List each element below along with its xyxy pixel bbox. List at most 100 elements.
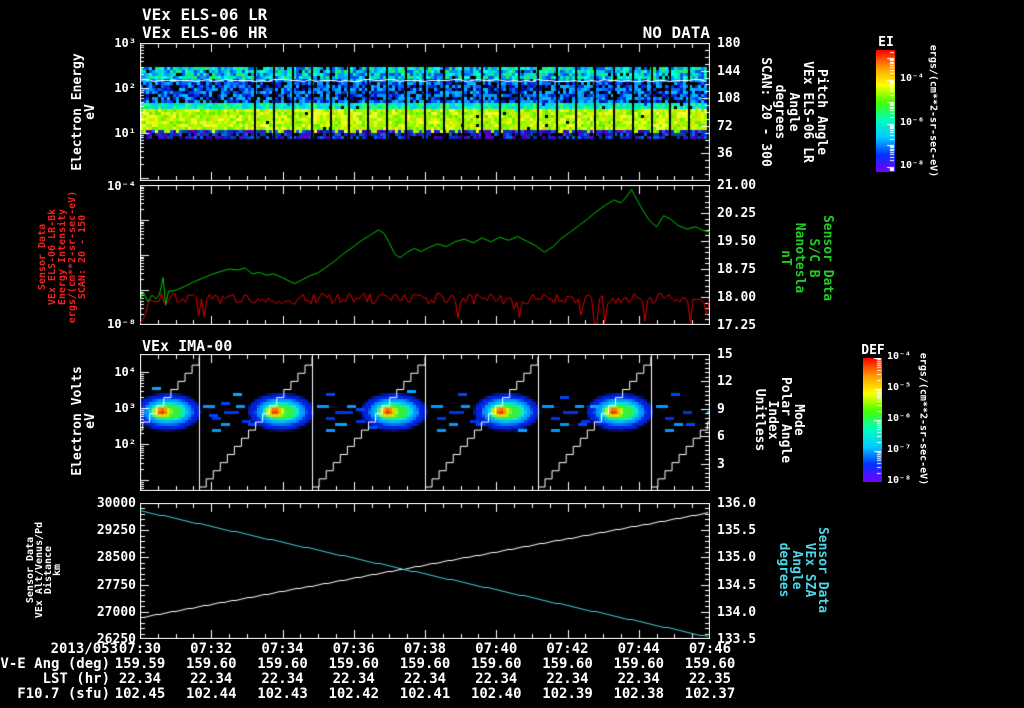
table-cell: 159.60 <box>613 656 665 672</box>
colorbar-def-tick: 10⁻⁸ <box>887 475 912 486</box>
panel2-ytick: 10⁻⁴ <box>107 179 136 193</box>
right-label-line: Unitless <box>752 388 767 452</box>
ephemeris-canvas <box>140 503 710 639</box>
table-cell: 22.34 <box>332 671 375 687</box>
colorbar-ei-tick: 10⁻⁸ <box>900 160 925 171</box>
table-cell: 159.60 <box>257 656 308 672</box>
panel2-right-tick: 20.25 <box>717 206 757 221</box>
time-label: 07:30 <box>118 641 162 657</box>
panel2-right-tick: 21.00 <box>717 178 757 193</box>
table-cell: 102.43 <box>257 686 308 702</box>
panel4-right-tick: 136.0 <box>717 496 757 511</box>
table-cell: 22.34 <box>190 671 233 687</box>
table-cell: 159.60 <box>470 656 522 672</box>
time-label: 07:44 <box>617 641 660 657</box>
time-label: 07:38 <box>403 641 447 657</box>
panel2-ytick: 10⁻⁸ <box>107 317 136 331</box>
panel3-ytick: 10² <box>114 437 136 451</box>
right-label-line: S/C B <box>806 238 821 278</box>
table-cell: 102.40 <box>470 686 522 702</box>
panel4-right-tick: 134.5 <box>717 577 757 593</box>
table-cell: 102.37 <box>684 686 736 702</box>
right-label-line: Sensor Data <box>815 526 830 614</box>
panel3-ytick: 10⁴ <box>114 365 136 379</box>
panel4-ylabel: Sensor Data VEx Alt/Venus/Pd Distance km <box>25 522 63 618</box>
right-label-line: Nanotesla <box>792 222 807 294</box>
time-label: 07:36 <box>332 641 375 657</box>
right-label-line: Mode <box>791 404 806 436</box>
plot-screen: VEx ELS-06 LR VEx ELS-06 HR NO DATA VEx … <box>0 0 1024 708</box>
right-label-line: Sensor Data <box>820 214 835 302</box>
panel2-right-tick: 18.00 <box>717 290 757 305</box>
colorbar-def <box>863 358 882 482</box>
panel1-ytick: 10² <box>114 81 136 95</box>
table-cell: 22.34 <box>475 671 518 687</box>
colorbar-def-tick: 10⁻⁴ <box>887 351 912 362</box>
panel4-ytick: 28500 <box>96 550 136 566</box>
time-label: 07:42 <box>546 641 589 657</box>
ima-spectrogram-canvas <box>140 354 710 491</box>
time-label: 07:32 <box>190 641 233 657</box>
panel3-right-tick: 15 <box>717 347 733 362</box>
table-cell: 22.34 <box>118 671 162 687</box>
panel1-ylabel: Electron Energy eV <box>70 53 98 170</box>
panel4-ytick: 27000 <box>96 604 136 620</box>
panel1-right-tick: 108 <box>717 91 741 107</box>
panel1-right-tick: 72 <box>717 118 733 134</box>
panel2-right-label-green: Sensor Data S/C B Nanotesla nT <box>778 214 835 302</box>
table-row-label: LST (hr) <box>42 671 110 687</box>
panel2-right-tick: 18.75 <box>717 262 757 277</box>
table-cell: 159.60 <box>684 656 736 672</box>
panel-ima-spectrogram <box>140 354 710 491</box>
colorbar-ei-tick: 10⁻⁶ <box>900 116 925 128</box>
right-label-line: Pitch Angle <box>814 68 829 156</box>
no-data-label: NO DATA <box>642 23 710 42</box>
right-label-line: degrees <box>776 542 791 598</box>
table-cell: 159.59 <box>114 656 166 672</box>
right-label-line: Angle <box>786 92 801 132</box>
time-label: 07:46 <box>688 641 732 657</box>
panel4-ytick: 29250 <box>96 523 136 539</box>
table-cell: 159.60 <box>328 656 380 672</box>
panel4-ytick: 27750 <box>96 577 136 593</box>
table-cell: 22.34 <box>261 671 304 687</box>
table-cell: 102.41 <box>399 686 451 702</box>
table-cell: 102.44 <box>185 686 237 702</box>
panel4-right-tick: 135.0 <box>717 550 757 566</box>
colorbar-def-tick: 10⁻⁷ <box>887 444 912 455</box>
panel1-ytick: 10¹ <box>114 126 136 140</box>
table-cell: 159.60 <box>542 656 593 672</box>
b-field-canvas <box>140 185 710 325</box>
right-label-line: SCAN: 20 - 300 <box>758 57 773 167</box>
colorbar-ei-units: ergs/(cm**2-sr-sec-eV) <box>927 44 939 178</box>
table-cell: 159.60 <box>399 656 451 672</box>
table-cell: 102.42 <box>328 686 380 702</box>
panel1-title-lr: VEx ELS-06 LR <box>142 5 268 24</box>
ylabel-line: km <box>52 563 63 577</box>
ylabel-line: eV <box>83 104 98 120</box>
table-cell: 102.45 <box>114 686 166 702</box>
right-label-line: Angle <box>789 550 804 590</box>
right-label-line: Polar Angle <box>778 376 793 464</box>
table-row-label: F10.7 (sfu) <box>17 686 110 702</box>
colorbar-def-tick: 10⁻⁵ <box>887 382 912 393</box>
panel3-right-tick: 12 <box>717 374 733 390</box>
panel1-right-label: Pitch Angle VEx ELS-06 LR Angle degrees … <box>758 57 829 167</box>
right-label-line: degrees <box>772 84 787 140</box>
table-cell: 159.60 <box>185 656 237 672</box>
panel2-right-tick: 19.50 <box>717 234 757 249</box>
colorbar-ei-title: EI <box>878 35 894 50</box>
panel2-ylabel-red: Sensor Data VEx ELS-06 LR-Bk Energy Inte… <box>37 191 88 323</box>
time-label: 07:34 <box>261 641 304 657</box>
ylabel-line: SCAN: 20 - 150 <box>77 214 88 300</box>
panel3-title: VEx IMA-00 <box>142 337 233 355</box>
table-cell: 22.34 <box>546 671 589 687</box>
panel1-right-tick: 144 <box>717 63 741 79</box>
panel-ephemeris <box>140 503 710 639</box>
table-cell: 22.35 <box>688 671 732 687</box>
colorbar-ei <box>876 50 895 172</box>
table-cell: 102.39 <box>542 686 593 702</box>
panel1-right-tick: 36 <box>717 146 733 162</box>
panel1-title-hr: VEx ELS-06 HR <box>142 23 268 42</box>
table-cell: 22.34 <box>403 671 447 687</box>
